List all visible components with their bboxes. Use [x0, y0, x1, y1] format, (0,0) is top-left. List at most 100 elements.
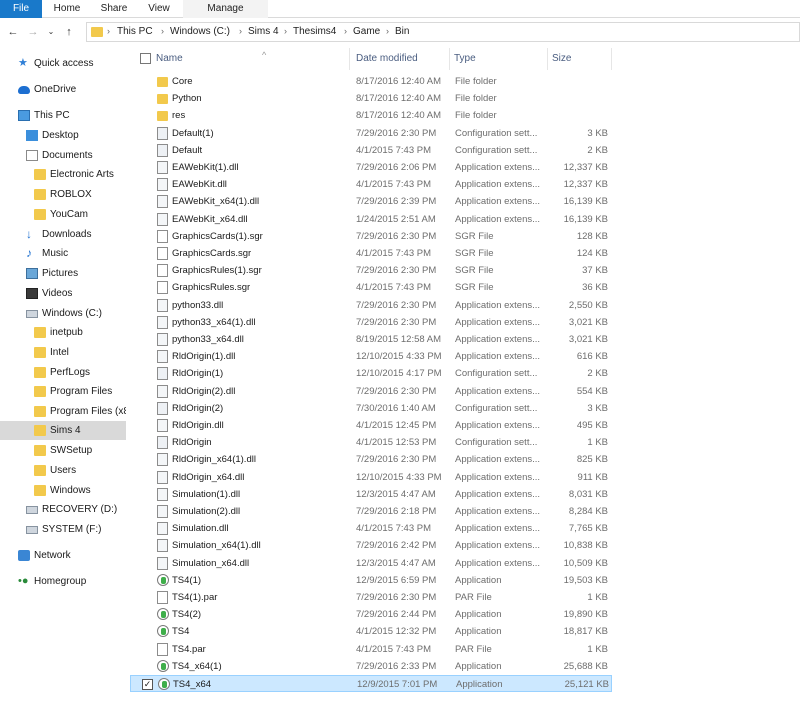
nav-item-inetpub[interactable]: inetpub	[0, 323, 126, 342]
select-all-checkbox[interactable]	[140, 53, 151, 64]
nav-item-videos[interactable]: Videos	[0, 284, 126, 303]
nav-item-roblox[interactable]: ROBLOX	[0, 185, 126, 204]
file-row[interactable]: TS4 4/1/2015 12:32 PM Application 18,817 KB	[130, 623, 612, 640]
file-row[interactable]: TS4(1) 12/9/2015 6:59 PM Application 19,503…	[130, 572, 612, 589]
nav-item-windows[interactable]: Windows	[0, 481, 126, 500]
address-bar[interactable]: › This PC › Windows (C:) › Sims 4 › Thes…	[86, 22, 800, 42]
file-date-modified: 4/1/2015 7:43 PM	[356, 144, 431, 156]
file-row[interactable]: Python 8/17/2016 12:40 AM File folder	[130, 90, 612, 107]
file-type: File folder	[455, 110, 497, 122]
nav-item-music[interactable]: ♪ Music	[0, 244, 126, 263]
file-row[interactable]: Simulation_x64(1).dll 7/29/2016 2:42 PM Ap…	[130, 537, 612, 554]
nav-item-sims-4[interactable]: Sims 4	[0, 421, 126, 440]
file-row[interactable]: RldOrigin_x64(1).dll 7/29/2016 2:30 PM App…	[130, 451, 612, 468]
nav-item-documents[interactable]: Documents	[0, 146, 126, 165]
nav-item-downloads[interactable]: ↓ Downloads	[0, 225, 126, 244]
nav-item-youcam[interactable]: YouCam	[0, 205, 126, 224]
file-row[interactable]: python33_x64.dll 8/19/2015 12:58 AM Applic…	[130, 331, 612, 348]
file-row[interactable]: python33.dll 7/29/2016 2:30 PM Application…	[130, 297, 612, 314]
breadcrumb-windows-c[interactable]: Windows (C:)	[170, 26, 230, 37]
column-header-type[interactable]: Type	[450, 48, 548, 70]
folder-icon	[34, 367, 46, 378]
file-row[interactable]: TS4(2) 7/29/2016 2:44 PM Application 19,890…	[130, 606, 612, 623]
recent-locations-chevron-icon[interactable]: ⌄	[44, 24, 58, 40]
file-row[interactable]: RldOrigin_x64.dll 12/10/2015 4:33 PM Appli…	[130, 469, 612, 486]
column-header-date[interactable]: Date modified	[352, 48, 450, 70]
nav-item-this-pc[interactable]: This PC	[0, 106, 126, 125]
file-row[interactable]: RldOrigin(2).dll 7/29/2016 2:30 PM Applica…	[130, 383, 612, 400]
row-checkbox[interactable]: ✓	[142, 679, 153, 690]
file-row[interactable]: ✓ TS4_x64 12/9/2015 7:01 PM Application 25,1…	[130, 675, 612, 692]
file-icon	[157, 591, 168, 604]
tab-view[interactable]: View	[142, 0, 176, 18]
file-row[interactable]: TS4.par 4/1/2015 7:43 PM PAR File 1 KB	[130, 641, 612, 658]
file-row[interactable]: RldOrigin(2) 7/30/2016 1:40 AM Configurati…	[130, 400, 612, 417]
navigation-pane: ★ Quick access OneDrive This PC Desktop Docum…	[0, 48, 128, 712]
file-row[interactable]: RldOrigin.dll 4/1/2015 12:45 PM Applicatio…	[130, 417, 612, 434]
nav-item-swsetup[interactable]: SWSetup	[0, 441, 126, 460]
breadcrumb-thesims4[interactable]: Thesims4	[293, 26, 336, 37]
nav-item-program-files-x86[interactable]: Program Files (x86	[0, 402, 126, 421]
file-row[interactable]: GraphicsCards.sgr 4/1/2015 7:43 PM SGR Fil…	[130, 245, 612, 262]
file-row[interactable]: res 8/17/2016 12:40 AM File folder	[130, 107, 612, 124]
address-row: ← → ⌄ ↑ › This PC › Windows (C:) › Sims …	[0, 20, 800, 44]
nav-item-pictures[interactable]: Pictures	[0, 264, 126, 283]
nav-item-system-f[interactable]: SYSTEM (F:)	[0, 520, 126, 539]
file-row[interactable]: EAWebKit(1).dll 7/29/2016 2:06 PM Applicat…	[130, 159, 612, 176]
back-arrow-icon[interactable]: ←	[6, 24, 20, 40]
dll-file-icon	[157, 333, 168, 346]
tab-manage[interactable]: Manage	[183, 0, 268, 18]
nav-item-intel[interactable]: Intel	[0, 343, 126, 362]
file-row[interactable]: GraphicsRules(1).sgr 7/29/2016 2:30 PM SGR…	[130, 262, 612, 279]
file-row[interactable]: Simulation(1).dll 12/3/2015 4:47 AM Applic…	[130, 486, 612, 503]
file-row[interactable]: python33_x64(1).dll 7/29/2016 2:30 PM Appl…	[130, 314, 612, 331]
breadcrumb-bin[interactable]: Bin	[395, 26, 409, 37]
file-row[interactable]: TS4_x64(1) 7/29/2016 2:33 PM Application 25…	[130, 658, 612, 675]
column-header-size[interactable]: Size	[548, 48, 612, 70]
file-row[interactable]: EAWebKit_x64.dll 1/24/2015 2:51 AM Applica…	[130, 211, 612, 228]
nav-item-windows-c[interactable]: Windows (C:)	[0, 304, 126, 323]
file-row[interactable]: Default 4/1/2015 7:43 PM Configuration set…	[130, 142, 612, 159]
file-size: 16,139 KB	[563, 213, 608, 225]
up-arrow-icon[interactable]: ↑	[62, 24, 76, 40]
tab-home[interactable]: Home	[50, 0, 84, 18]
nav-item-onedrive[interactable]: OneDrive	[0, 80, 126, 99]
file-row[interactable]: Default(1) 7/29/2016 2:30 PM Configuration…	[130, 125, 612, 142]
file-type: Configuration sett...	[455, 402, 538, 414]
file-name: EAWebKit_x64.dll	[172, 213, 248, 225]
nav-item-perflogs[interactable]: PerfLogs	[0, 363, 126, 382]
nav-item-label: Network	[34, 550, 71, 561]
nav-item-quick-access[interactable]: ★ Quick access	[0, 54, 126, 73]
file-row[interactable]: GraphicsRules.sgr 4/1/2015 7:43 PM SGR Fil…	[130, 279, 612, 296]
forward-arrow-icon[interactable]: →	[26, 24, 40, 40]
nav-item-desktop[interactable]: Desktop	[0, 126, 126, 145]
nav-item-network[interactable]: Network	[0, 546, 126, 565]
file-row[interactable]: Simulation(2).dll 7/29/2016 2:18 PM Applic…	[130, 503, 612, 520]
nav-item-electronic-arts[interactable]: Electronic Arts	[0, 165, 126, 184]
file-row[interactable]: Simulation_x64.dll 12/3/2015 4:47 AM Appli…	[130, 555, 612, 572]
tab-share[interactable]: Share	[96, 0, 132, 18]
config-file-icon	[157, 143, 168, 157]
file-row[interactable]: Simulation.dll 4/1/2015 7:43 PM Applicatio…	[130, 520, 612, 537]
nav-item-homegroup[interactable]: •● Homegroup	[0, 572, 126, 591]
file-row[interactable]: EAWebKit.dll 4/1/2015 7:43 PM Application …	[130, 176, 612, 193]
nav-item-program-files[interactable]: Program Files	[0, 382, 126, 401]
nav-item-recovery-d[interactable]: RECOVERY (D:)	[0, 500, 126, 519]
nav-item-users[interactable]: Users	[0, 461, 126, 480]
tab-file[interactable]: File	[0, 0, 42, 18]
breadcrumb-sims-4[interactable]: Sims 4	[248, 26, 279, 37]
file-row[interactable]: RldOrigin 4/1/2015 12:53 PM Configuration …	[130, 434, 612, 451]
file-row[interactable]: EAWebKit_x64(1).dll 7/29/2016 2:39 PM Appl…	[130, 193, 612, 210]
file-row[interactable]: TS4(1).par 7/29/2016 2:30 PM PAR File 1 KB	[130, 589, 612, 606]
breadcrumb-game[interactable]: Game	[353, 26, 380, 37]
file-row[interactable]: Core 8/17/2016 12:40 AM File folder	[130, 73, 612, 90]
breadcrumb-this-pc[interactable]: This PC	[117, 26, 153, 37]
file-size: 554 KB	[576, 385, 608, 397]
file-row[interactable]: RldOrigin(1).dll 12/10/2015 4:33 PM Applic…	[130, 348, 612, 365]
column-header-name[interactable]: Name ^	[152, 48, 350, 70]
nav-item-label: This PC	[34, 110, 70, 121]
file-row[interactable]: RldOrigin(1) 12/10/2015 4:17 PM Configurat…	[130, 365, 612, 382]
file-row[interactable]: GraphicsCards(1).sgr 7/29/2016 2:30 PM SGR…	[130, 228, 612, 245]
file-size: 2 KB	[587, 144, 608, 156]
file-name: TS4(1)	[172, 574, 202, 586]
